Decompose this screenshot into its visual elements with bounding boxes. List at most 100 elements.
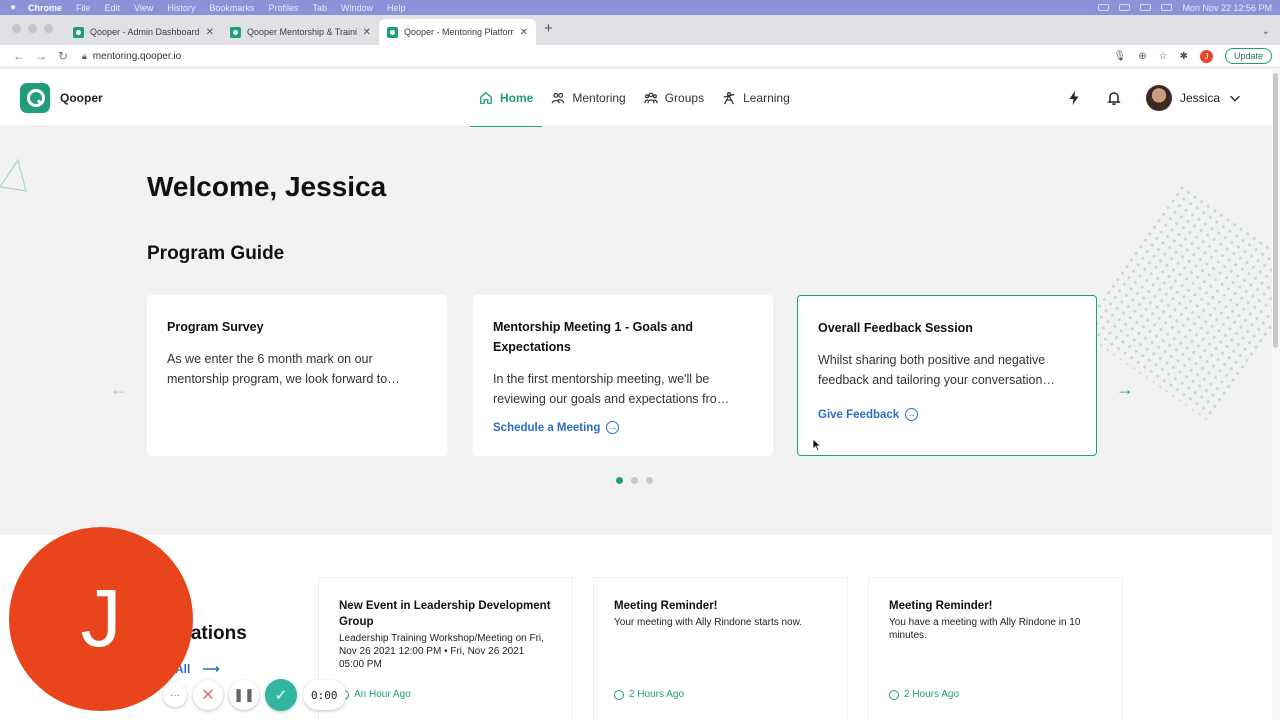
close-tab-icon[interactable]: ✕: [520, 27, 528, 38]
battery-icon[interactable]: [1119, 4, 1131, 11]
qooper-favicon-icon: [73, 26, 84, 38]
lock-icon[interactable]: 🔒︎: [82, 51, 87, 62]
mouse-cursor-icon: [812, 438, 822, 452]
forward-icon[interactable]: →: [30, 49, 52, 63]
menu-edit[interactable]: Edit: [105, 3, 121, 13]
menu-window[interactable]: Window: [341, 3, 373, 13]
people-icon: [552, 92, 565, 103]
time-label: 2 Hours Ago: [629, 689, 685, 700]
page-scrollbar[interactable]: [1272, 69, 1280, 720]
app-header: Qooper Home Mentoring Groups Learning Je…: [0, 69, 1272, 128]
recording-timer: 0:00: [303, 680, 346, 710]
card-title: Mentorship Meeting 1 - Goals and Expecta…: [493, 320, 694, 354]
tab-title: Qooper Mentorship & Training: [247, 27, 357, 37]
menu-profiles[interactable]: Profiles: [268, 3, 298, 13]
browser-tabstrip: Qooper - Admin Dashboard ✕ Qooper Mentor…: [0, 15, 1280, 45]
search-icon[interactable]: [1161, 4, 1173, 11]
decorative-dot-grid: [1077, 182, 1272, 422]
card-body: In the first mentorship meeting, we'll b…: [493, 372, 730, 406]
main-nav: Home Mentoring Groups Learning: [470, 69, 799, 128]
browser-tab-admin[interactable]: Qooper - Admin Dashboard ✕: [65, 19, 222, 45]
zoom-icon[interactable]: ⊕: [1138, 51, 1146, 62]
wifi-icon[interactable]: [1140, 4, 1152, 11]
menubar-clock[interactable]: Mon Nov 22 12:56 PM: [1182, 3, 1272, 13]
carousel-pager: [616, 477, 653, 484]
pause-recording-button[interactable]: ❚❚: [229, 680, 259, 710]
lightning-icon[interactable]: [1066, 90, 1082, 106]
apple-icon[interactable]: ●: [8, 2, 18, 13]
finish-recording-button[interactable]: ✓: [265, 679, 297, 711]
menu-view[interactable]: View: [134, 3, 153, 13]
browser-toolbar: ← → ↻ 🔒︎ mentoring.qooper.io 🎙︎ ⊕ ☆ ✱ J …: [0, 45, 1280, 68]
notification-time: An Hour Ago: [339, 689, 411, 700]
notification-card[interactable]: Meeting Reminder! You have a meeting wit…: [868, 577, 1123, 720]
nav-label: Mentoring: [572, 90, 626, 105]
notification-body: Leadership Training Workshop/Meeting on …: [339, 633, 544, 670]
browser-tab-platform[interactable]: Qooper - Mentoring Platform ✕: [379, 19, 536, 45]
chevron-down-icon: [1230, 95, 1240, 102]
bell-icon[interactable]: [1106, 90, 1122, 106]
qooper-logo-icon: [20, 82, 50, 113]
cancel-recording-button[interactable]: ✕: [193, 680, 223, 710]
carousel-next-arrow-icon[interactable]: →: [1116, 379, 1134, 400]
clock-icon: [889, 689, 899, 700]
menu-history[interactable]: History: [167, 3, 195, 13]
profile-avatar[interactable]: J: [1199, 49, 1213, 63]
card-body: Whilst sharing both positive and negativ…: [818, 353, 1055, 387]
schedule-meeting-link[interactable]: Schedule a Meeting →: [493, 421, 753, 434]
minimize-window-button[interactable]: [28, 24, 37, 33]
microphone-icon[interactable]: 🎙︎: [1114, 51, 1127, 62]
more-options-button[interactable]: ···: [163, 683, 187, 707]
notification-title: New Event in Leadership Development Grou…: [339, 600, 551, 628]
back-icon[interactable]: ←: [8, 49, 30, 63]
scrollbar-thumb[interactable]: [1273, 73, 1278, 348]
close-window-button[interactable]: [12, 24, 21, 33]
guide-card-mentorship-meeting[interactable]: Mentorship Meeting 1 - Goals and Expecta…: [473, 295, 773, 456]
guide-card-feedback-session[interactable]: Overall Feedback Session Whilst sharing …: [797, 295, 1097, 456]
menu-help[interactable]: Help: [387, 3, 406, 13]
notification-body: Your meeting with Ally Rindone starts no…: [614, 617, 803, 628]
bookmark-star-icon[interactable]: ☆: [1159, 51, 1168, 62]
user-menu[interactable]: Jessica: [1145, 84, 1242, 111]
nav-learning[interactable]: Learning: [713, 69, 799, 127]
nav-groups[interactable]: Groups: [635, 69, 713, 127]
nav-label: Home: [500, 90, 534, 105]
update-button[interactable]: Update: [1224, 48, 1272, 64]
menu-bookmarks[interactable]: Bookmarks: [209, 3, 254, 13]
action-label: Schedule a Meeting: [493, 421, 601, 434]
notification-body: You have a meeting with Ally Rindone in …: [889, 617, 1081, 641]
guide-card-program-survey[interactable]: Program Survey As we enter the 6 month m…: [147, 295, 447, 456]
arrow-right-icon: ⟶: [202, 662, 220, 676]
menu-file[interactable]: File: [76, 3, 91, 13]
nav-home[interactable]: Home: [470, 69, 543, 128]
close-tab-icon[interactable]: ✕: [363, 27, 371, 38]
pager-dot-3[interactable]: [646, 477, 653, 484]
time-label: An Hour Ago: [354, 689, 411, 700]
url-field[interactable]: mentoring.qooper.io: [93, 51, 181, 62]
pager-dot-1[interactable]: [616, 477, 623, 484]
brand[interactable]: Qooper: [0, 82, 460, 113]
nav-mentoring[interactable]: Mentoring: [542, 69, 634, 127]
action-label: Give Feedback: [818, 408, 900, 421]
notification-card[interactable]: New Event in Leadership Development Grou…: [318, 577, 573, 720]
browser-tab-training[interactable]: Qooper Mentorship & Training ✕: [222, 19, 379, 45]
tab-search-chevron-icon[interactable]: ⌄: [1262, 26, 1280, 45]
nav-label: Groups: [664, 90, 705, 105]
arrow-circle-right-icon: →: [606, 421, 620, 434]
give-feedback-link[interactable]: Give Feedback →: [818, 408, 1076, 421]
menu-tab[interactable]: Tab: [312, 3, 327, 13]
carousel-prev-arrow-icon[interactable]: ←: [110, 379, 128, 400]
extensions-icon[interactable]: ✱: [1180, 51, 1188, 62]
notification-card[interactable]: Meeting Reminder! Your meeting with Ally…: [593, 577, 848, 720]
notification-title: Meeting Reminder!: [889, 600, 993, 612]
arrow-circle-right-icon: →: [905, 408, 919, 421]
zoom-window-button[interactable]: [44, 24, 53, 33]
close-tab-icon[interactable]: ✕: [206, 27, 214, 38]
pager-dot-2[interactable]: [631, 477, 638, 484]
new-tab-button[interactable]: +: [536, 20, 565, 45]
screen-icon[interactable]: [1098, 4, 1110, 11]
view-all-link[interactable]: All ⟶: [175, 662, 220, 676]
reload-icon[interactable]: ↻: [52, 49, 74, 63]
menu-chrome[interactable]: Chrome: [28, 3, 62, 13]
window-controls: [0, 24, 65, 45]
